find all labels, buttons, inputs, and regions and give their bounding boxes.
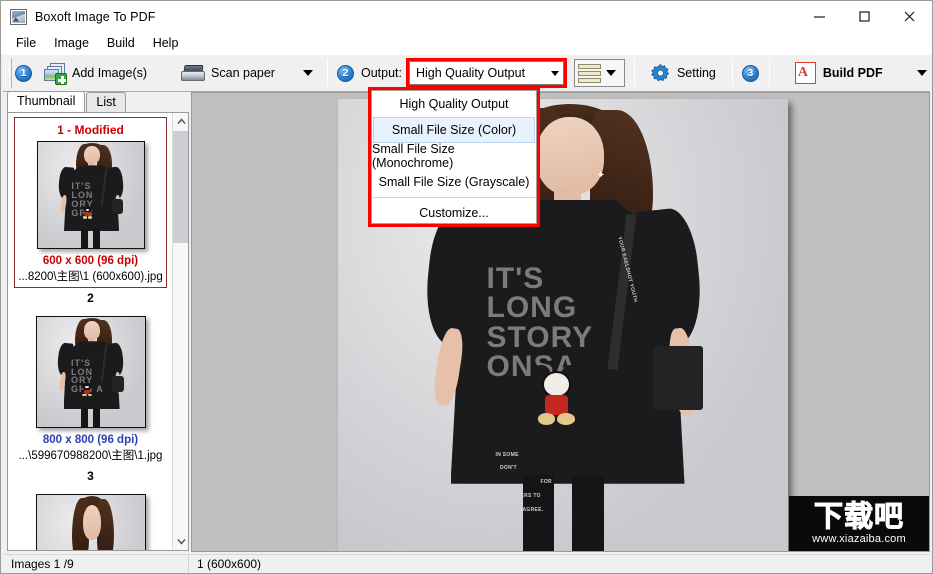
close-button[interactable]	[887, 1, 932, 32]
output-dropdown-menu[interactable]: High Quality Output Small File Size (Col…	[368, 87, 540, 227]
panel-tabs: Thumbnail List	[3, 91, 189, 112]
dropdown-item-customize[interactable]: Customize...	[372, 200, 536, 226]
minimize-button[interactable]	[797, 1, 842, 32]
step-3-badge: 3	[741, 64, 759, 82]
thumbnail-dimensions-2: 800 x 800 (96 dpi)	[42, 434, 139, 446]
window-title: Boxoft Image To PDF	[35, 9, 156, 24]
dropdown-item-small-file-size-color[interactable]: Small File Size (Color)	[373, 117, 535, 143]
window-controls	[797, 1, 932, 32]
thumbnail-index-3: 3	[87, 469, 94, 483]
page-layout-button[interactable]	[573, 59, 625, 87]
menu-item-image[interactable]: Image	[45, 34, 98, 52]
list-item[interactable]: 2 IT'S LON ORY GPS A 800 x 800 (96 dpi) …	[8, 288, 173, 466]
application-window: Boxoft Image To PDF File Image Build Hel…	[0, 0, 933, 574]
output-label: Output:	[360, 66, 402, 80]
build-caret-icon[interactable]	[916, 70, 927, 76]
toolbar-separator-3	[731, 59, 733, 87]
image-app-icon	[10, 8, 27, 25]
watermark-logo: 下载吧	[813, 499, 904, 533]
scrollbar-thumb[interactable]	[173, 131, 188, 243]
toolbar-separator-2	[633, 59, 635, 87]
dropdown-item-high-quality-output[interactable]: High Quality Output	[372, 91, 536, 117]
thumbnail-list: 1 - Modified IT'S LON ORY GPS 600 x 600 …	[7, 112, 189, 551]
add-images-button[interactable]: Add Image(s)	[38, 60, 153, 86]
thumbnail-card-1[interactable]: 1 - Modified IT'S LON ORY GPS 600 x 600 …	[14, 117, 167, 288]
status-current-image: 1 (600x600)	[189, 554, 930, 573]
tee-small-text-2: DON'T	[500, 465, 517, 472]
tee-small-text-3: FOR	[540, 479, 552, 486]
menu-item-build[interactable]: Build	[98, 34, 144, 52]
watermark-url: www.xiazaiba.com	[812, 533, 906, 545]
mickey-mouse-graphic	[527, 364, 586, 429]
pdf-icon: A	[794, 62, 816, 84]
menu-item-help[interactable]: Help	[144, 34, 188, 52]
chevron-down-icon	[176, 539, 186, 545]
scan-dropdown-icon[interactable]	[302, 70, 313, 76]
scroll-down-button[interactable]	[173, 533, 188, 550]
title-bar: Boxoft Image To PDF	[1, 1, 932, 32]
dropdown-item-small-file-size-grayscale[interactable]: Small File Size (Grayscale)	[372, 169, 536, 195]
thumbnail-image-1[interactable]: IT'S LON ORY GPS	[36, 141, 145, 249]
thumbnail-header-1: 1 - Modified	[57, 123, 124, 137]
output-combobox[interactable]: High Quality Output	[408, 61, 564, 85]
thumbnail-scroll-area[interactable]: 1 - Modified IT'S LON ORY GPS 600 x 600 …	[8, 113, 173, 550]
dropdown-separator	[373, 197, 535, 198]
thumbnail-image-3[interactable]	[35, 494, 146, 550]
toolbar-separator-4	[768, 59, 770, 87]
thumbnail-scrollbar[interactable]	[172, 113, 188, 550]
thumbnail-panel: Thumbnail List 1 - Modified IT'S LON ORY…	[3, 91, 189, 552]
scroll-up-button[interactable]	[173, 113, 188, 130]
menu-bar: File Image Build Help	[1, 32, 932, 54]
page-layout-caret-icon[interactable]	[605, 70, 616, 76]
dropdown-item-small-file-size-monochrome[interactable]: Small File Size (Monochrome)	[372, 142, 536, 170]
status-bar: Images 1 /9 1 (600x600)	[3, 554, 930, 573]
scan-paper-button[interactable]: Scan paper	[175, 61, 281, 86]
thumbnail-index-2: 2	[87, 291, 94, 305]
scan-paper-label: Scan paper	[211, 66, 275, 80]
tab-list[interactable]: List	[86, 92, 126, 112]
chevron-down-icon[interactable]	[550, 70, 559, 76]
step-2-badge: 2	[336, 64, 354, 82]
thumbnail-dimensions-1: 600 x 600 (96 dpi)	[42, 255, 139, 267]
add-images-label: Add Image(s)	[72, 66, 148, 80]
tee-small-text-5: AGREE.	[522, 506, 544, 513]
list-item[interactable]: 1 - Modified IT'S LON ORY GPS 600 x 600 …	[8, 113, 173, 288]
watermark: 下载吧 www.xiazaiba.com	[789, 496, 929, 551]
output-combobox-value: High Quality Output	[415, 66, 526, 80]
tee-line-2: LONG	[486, 291, 578, 325]
tee-line-3: STORY	[486, 320, 594, 354]
build-pdf-button[interactable]: A Build PDF	[787, 58, 887, 88]
thumbnail-card-3[interactable]	[14, 491, 167, 550]
add-images-icon	[44, 63, 67, 85]
list-item[interactable]: 3	[8, 466, 173, 550]
thumbnail-path-1: ...8200\主图\1 (600x600).jpg	[18, 271, 163, 283]
maximize-button[interactable]	[842, 1, 887, 32]
status-images-count: Images 1 /9	[3, 554, 189, 573]
toolbar-separator-1	[326, 59, 328, 87]
chevron-up-icon	[176, 118, 186, 124]
gear-icon	[651, 63, 670, 81]
build-pdf-label: Build PDF	[822, 66, 883, 80]
preview-area[interactable]: ✦ IT'S LONG STORY ONSA IN SOME DON'T FOR…	[191, 92, 930, 552]
star-earring-icon: ✦	[596, 169, 606, 181]
tee-small-text-1: IN SOME	[495, 451, 519, 458]
setting-label: Setting	[676, 66, 716, 80]
tab-thumbnail[interactable]: Thumbnail	[7, 91, 86, 112]
thumbnail-card-2[interactable]: IT'S LON ORY GPS A 800 x 800 (96 dpi) ...\5…	[14, 313, 167, 466]
toolbar-grip[interactable]	[5, 58, 12, 88]
page-layout-icon	[577, 62, 601, 84]
thumbnail-path-2: ...\599670988200\主图\1.jpg	[18, 450, 163, 462]
output-combobox-highlight: High Quality Output	[405, 58, 567, 88]
tee-small-text-4: OTHERS TO	[509, 492, 541, 499]
thumbnail-image-2[interactable]: IT'S LON ORY GPS A	[35, 316, 146, 428]
scanner-icon	[181, 64, 206, 83]
setting-button[interactable]: Setting	[644, 60, 722, 87]
step-1-badge: 1	[15, 64, 32, 82]
tee-line-1: IT'S	[486, 261, 545, 295]
menu-item-file[interactable]: File	[7, 34, 45, 52]
